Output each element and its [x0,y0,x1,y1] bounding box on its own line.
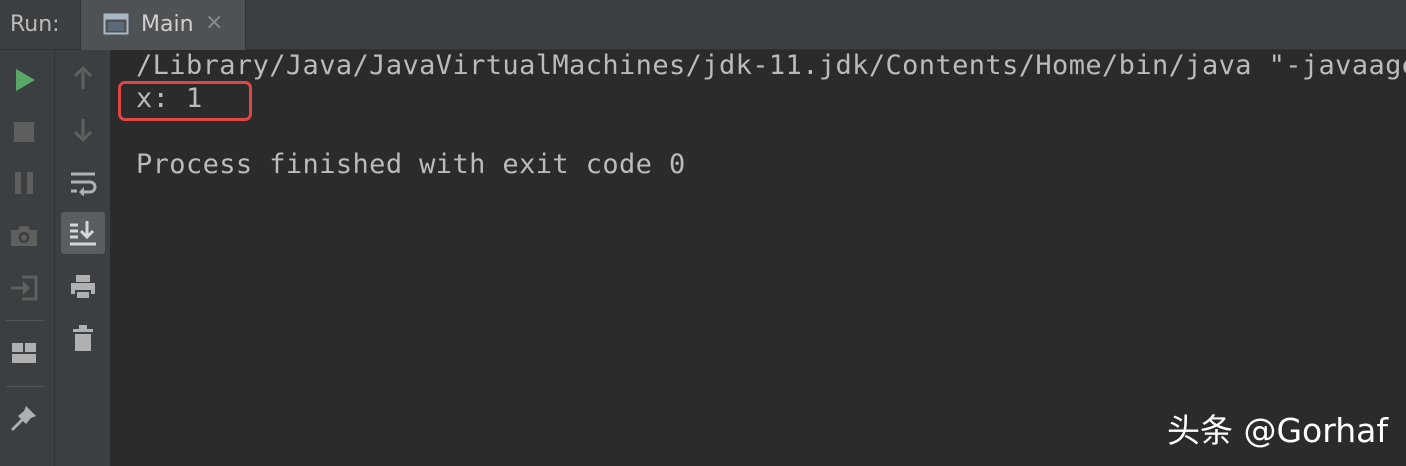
tab-label: Main [141,12,194,37]
pin-icon[interactable] [4,398,44,438]
toolbar-separator [6,386,44,387]
down-arrow-icon[interactable] [63,110,103,150]
run-icon[interactable] [5,60,45,100]
run-toolbar [0,50,55,466]
tab-main[interactable]: Main × [80,0,246,50]
run-label: Run: [10,12,60,37]
exit-icon[interactable] [4,268,44,308]
console-toolbar [55,50,111,466]
window-icon [103,13,129,35]
console-output[interactable]: /Library/Java/JavaVirtualMachines/jdk-11… [112,50,1406,466]
print-icon[interactable] [63,267,103,307]
layout-icon[interactable] [4,333,44,373]
toolbar-separator [6,320,44,321]
highlight-box [118,81,252,121]
pause-icon[interactable] [4,163,44,203]
trash-icon[interactable] [63,318,103,358]
camera-icon[interactable] [4,216,44,256]
stop-icon[interactable] [4,112,44,152]
run-tool-window-header: Run: Main × [0,0,1406,50]
console-line-exit: Process finished with exit code 0 [136,149,686,180]
up-arrow-icon[interactable] [63,58,103,98]
scroll-to-end-icon[interactable] [61,212,105,254]
soft-wrap-icon[interactable] [63,163,103,203]
console-line-command: /Library/Java/JavaVirtualMachines/jdk-11… [136,50,1406,81]
watermark: 头条 @Gorhaf [1167,411,1388,450]
close-icon[interactable]: × [205,10,223,35]
